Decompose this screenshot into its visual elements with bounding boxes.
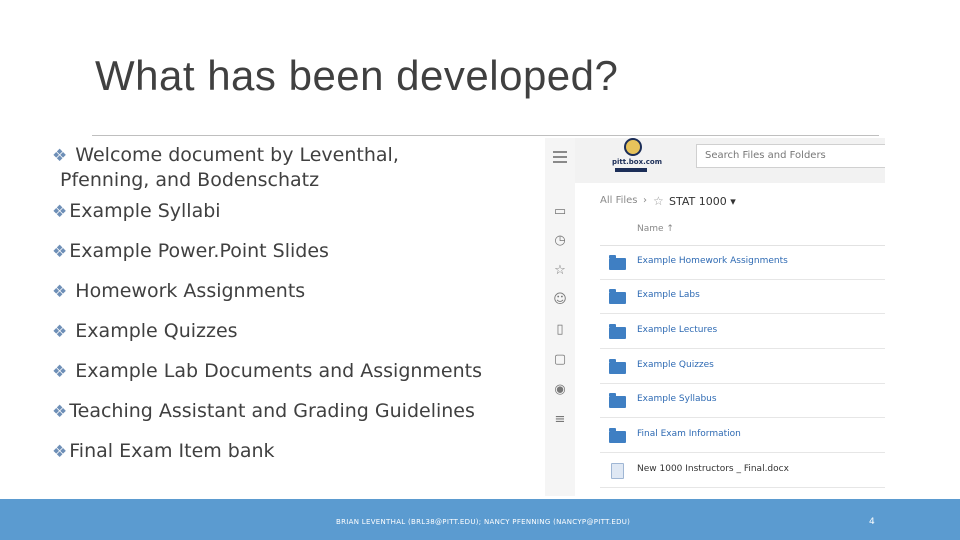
document-icon	[611, 463, 624, 479]
bullet-item: ❖ Example Power.Point Slides	[52, 239, 522, 279]
slide-title: What has been developed?	[95, 52, 619, 99]
bullet-text: Example Power.Point Slides	[69, 240, 329, 262]
folder-icon	[609, 428, 626, 443]
bullet-item: ❖ Example Quizzes	[52, 319, 522, 359]
files-icon[interactable]: ▭	[551, 203, 569, 221]
file-row[interactable]: Example Lectures	[600, 315, 885, 349]
file-row[interactable]: Final Exam Information	[600, 419, 885, 453]
file-name[interactable]: Example Lectures	[637, 325, 717, 335]
bullet-item: ❖ Homework Assignments	[52, 279, 522, 319]
hamburger-menu-icon[interactable]	[553, 151, 567, 166]
bullet-item: ❖ Example Lab Documents and Assignments	[52, 359, 522, 399]
star-icon[interactable]: ☆	[653, 194, 664, 208]
bullet-item: ❖ Teaching Assistant and Grading Guidelin…	[52, 399, 522, 439]
folder-icon	[609, 324, 626, 339]
recents-icon[interactable]: ◷	[551, 232, 569, 250]
bullet-marker-icon: ❖	[52, 322, 68, 342]
bullet-item: ❖ Example Syllabi	[52, 199, 522, 239]
tasks-icon[interactable]: ≡	[551, 411, 569, 429]
logo-underline	[615, 168, 647, 172]
file-name[interactable]: New 1000 Instructors _ Final.docx	[637, 464, 789, 474]
favorites-icon[interactable]: ☆	[551, 262, 569, 280]
bullet-item: ❖ Final Exam Item bank	[52, 439, 522, 479]
bullet-list: ❖ Welcome document by Leventhal, Pfennin…	[52, 143, 522, 479]
bullet-marker-icon: ❖	[52, 202, 68, 222]
file-name[interactable]: Example Homework Assignments	[637, 256, 788, 266]
sidebar: ▭ ◷ ☆ ☺ ▯ ▢ ◉ ≡	[545, 138, 575, 496]
logo-text: pitt.box.com	[612, 158, 663, 166]
bullet-text: Homework Assignments	[75, 280, 306, 302]
file-name[interactable]: Example Quizzes	[637, 360, 714, 370]
name-column-header[interactable]: Name ↑	[637, 224, 674, 234]
page-number: 4	[869, 517, 875, 527]
file-row[interactable]: Example Syllabus	[600, 384, 885, 418]
bullet-marker-icon: ❖	[52, 442, 68, 462]
file-name[interactable]: Example Syllabus	[637, 394, 717, 404]
folder-icon	[609, 255, 626, 270]
bullet-marker-icon: ❖	[52, 402, 68, 422]
university-seal-icon	[624, 138, 642, 156]
synced-icon[interactable]: ☺	[551, 291, 569, 309]
title-divider	[92, 135, 879, 136]
bullet-text: Example Lab Documents and Assignments	[75, 360, 483, 382]
bullet-text: Welcome document by Leventhal,	[75, 144, 399, 166]
file-row[interactable]: New 1000 Instructors _ Final.docx	[600, 454, 885, 488]
bullet-marker-icon: ❖	[52, 242, 68, 262]
footer-bar: BRIAN LEVENTHAL (BRL38@PITT.EDU); NANCY …	[0, 499, 960, 540]
bullet-text: Teaching Assistant and Grading Guideline…	[69, 400, 475, 422]
notes-icon[interactable]: ▢	[551, 351, 569, 369]
relay-icon[interactable]: ◉	[551, 381, 569, 399]
bullet-marker-icon: ❖	[52, 146, 68, 166]
folder-icon	[609, 289, 626, 304]
folder-icon	[609, 359, 626, 374]
top-bar: pitt.box.com Search Files and Folders	[575, 138, 885, 183]
pitt-box-logo[interactable]: pitt.box.com	[612, 138, 662, 178]
bullet-item: ❖ Welcome document by Leventhal, Pfennin…	[52, 143, 522, 199]
bullet-text-continued: Pfenning, and Bodenschatz	[60, 169, 320, 191]
file-name[interactable]: Example Labs	[637, 290, 700, 300]
breadcrumb-root[interactable]: All Files	[600, 195, 638, 206]
search-input[interactable]: Search Files and Folders	[696, 144, 885, 168]
folder-icon	[609, 393, 626, 408]
bullet-text: Final Exam Item bank	[69, 440, 275, 462]
bullet-marker-icon: ❖	[52, 362, 68, 382]
file-row[interactable]: Example Labs	[600, 280, 885, 314]
breadcrumb-separator: ›	[643, 195, 647, 206]
bullet-text: Example Syllabi	[69, 200, 221, 222]
file-name[interactable]: Final Exam Information	[637, 429, 741, 439]
box-screenshot: ▭ ◷ ☆ ☺ ▯ ▢ ◉ ≡ pitt.box.com Search File…	[545, 138, 885, 496]
file-row[interactable]: Example Homework Assignments	[600, 246, 885, 280]
footer-credit: BRIAN LEVENTHAL (BRL38@PITT.EDU); NANCY …	[336, 518, 631, 526]
bullet-marker-icon: ❖	[52, 282, 68, 302]
file-row[interactable]: Example Quizzes	[600, 350, 885, 384]
breadcrumb-current-folder[interactable]: STAT 1000 ▾	[669, 195, 736, 208]
bullet-text: Example Quizzes	[75, 320, 238, 342]
trash-icon[interactable]: ▯	[551, 321, 569, 339]
